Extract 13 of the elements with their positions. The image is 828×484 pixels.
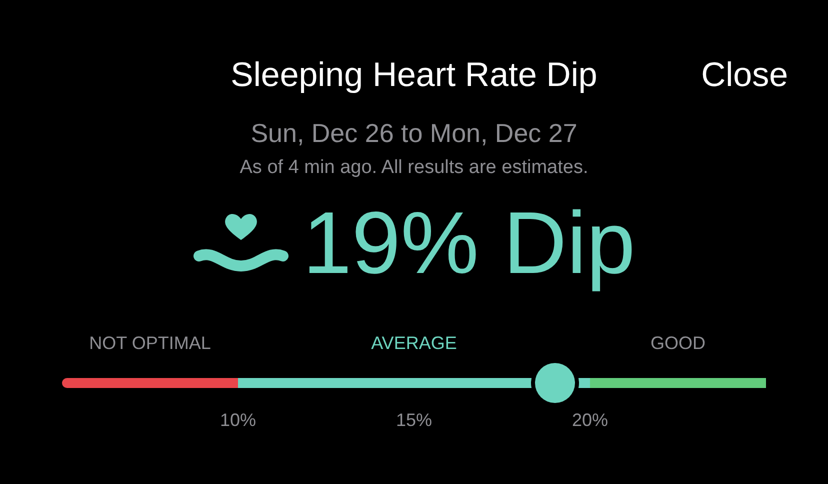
tick-label: 15% [394,410,434,431]
zone-label: NOT OPTIMAL [88,333,212,354]
heart-dip-icon [192,212,289,274]
slider-thumb[interactable] [534,363,575,403]
zone-label: GOOD [649,333,706,354]
zone-label: AVERAGE [370,333,458,354]
date-range: Sun, Dec 26 to Mon, Dec 27 [250,118,578,149]
sheet-title: Sleeping Heart Rate Dip [230,56,598,94]
estimate-note: As of 4 min ago. All results are estimates. [240,157,588,179]
tick-label: 10% [218,410,258,431]
tick-label: 20% [570,410,610,431]
close-button[interactable]: Close [701,56,788,94]
dip-value: 19% Dip [302,193,636,293]
